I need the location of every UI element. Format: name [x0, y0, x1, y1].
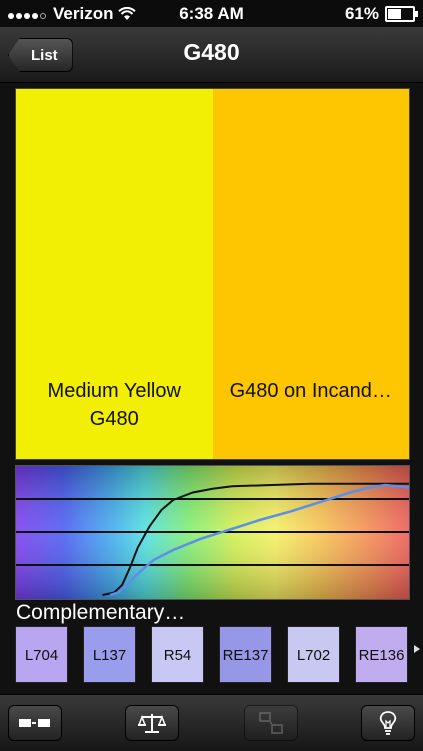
compare-filters-button[interactable] — [125, 705, 179, 741]
complementary-chip[interactable]: RE136 — [355, 626, 408, 683]
status-bar: Verizon 6:38 AM 61% — [0, 0, 423, 27]
light-source-button[interactable] — [361, 705, 415, 741]
color-swatch-area: Medium Yellow G480 G480 on Incand… — [15, 88, 410, 460]
battery-icon — [385, 6, 418, 22]
bottom-toolbar — [0, 694, 423, 751]
crop-button[interactable] — [244, 705, 298, 741]
complementary-chip[interactable]: RE137 — [219, 626, 272, 683]
compare-swatches-button[interactable] — [8, 705, 62, 741]
complementary-chip[interactable]: L704 — [15, 626, 68, 683]
status-right: 61% — [344, 4, 418, 24]
transmission-spectrum-chart — [15, 465, 410, 600]
more-arrow-icon — [414, 645, 420, 653]
complementary-list: L704 L137 R54 RE137 L702 RE136 — [15, 626, 423, 684]
page-title: G480 — [183, 39, 240, 65]
lightbulb-icon — [379, 711, 397, 735]
battery-percent: 61% — [344, 4, 379, 23]
swatch-name: Medium Yellow — [47, 380, 181, 402]
complementary-chip[interactable]: R54 — [151, 626, 204, 683]
balance-scale-icon — [137, 714, 167, 733]
navigation-bar: List G480 — [0, 27, 423, 83]
swatch-on-incandescent[interactable]: G480 on Incand… — [212, 89, 410, 459]
swatch-filter[interactable]: Medium Yellow G480 — [16, 89, 213, 459]
complementary-chip[interactable]: L702 — [287, 626, 340, 683]
crop-icon — [259, 712, 283, 734]
complementary-chip[interactable]: L137 — [83, 626, 136, 683]
swatch-label: G480 on Incand… — [213, 377, 410, 433]
complementary-heading[interactable]: Complementary… — [16, 601, 185, 625]
swatch-spacer — [213, 405, 410, 433]
swatch-label: Medium Yellow G480 — [16, 377, 213, 433]
swatch-code: G480 — [89, 408, 139, 430]
swatch-name: G480 on Incand… — [229, 380, 392, 402]
swatch-compare-icon — [19, 719, 50, 727]
